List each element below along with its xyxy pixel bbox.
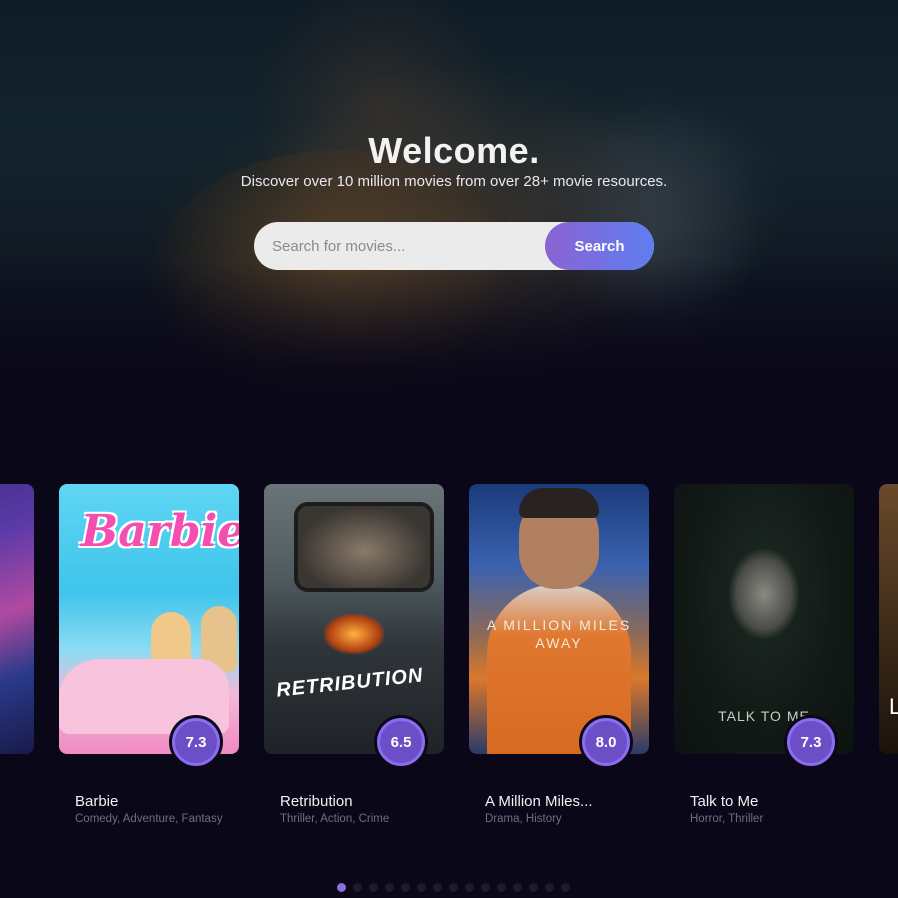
movie-genres: Drama, History	[485, 813, 562, 825]
poster-logo: RETRIBUTION	[275, 664, 425, 702]
pagination-dot[interactable]	[433, 883, 442, 892]
poster-hand	[729, 549, 799, 639]
movie-title: Retribution	[280, 793, 353, 810]
movie-carousel: Barbie 7.3 Barbie Comedy, Adventure, Fan…	[0, 484, 898, 864]
pagination-dot[interactable]	[545, 883, 554, 892]
pagination-dot[interactable]	[561, 883, 570, 892]
poster-hair	[519, 488, 599, 518]
pagination-dot[interactable]	[513, 883, 522, 892]
movie-card[interactable]	[0, 484, 34, 754]
search-bar: Search	[254, 222, 654, 270]
movie-card[interactable]: Barbie 7.3 Barbie Comedy, Adventure, Fan…	[59, 484, 239, 825]
pagination-dot[interactable]	[369, 883, 378, 892]
search-button[interactable]: Search	[545, 222, 654, 270]
rating-badge: 6.5	[377, 718, 425, 766]
pagination-dot[interactable]	[401, 883, 410, 892]
movie-poster: L	[879, 484, 898, 754]
movie-poster: TALK TO ME	[674, 484, 854, 754]
poster-logo: TALK TO ME	[718, 708, 810, 724]
poster-explosion	[324, 614, 384, 654]
rating-badge: 7.3	[787, 718, 835, 766]
pagination-dot[interactable]	[497, 883, 506, 892]
rating-badge: 7.3	[172, 718, 220, 766]
movie-poster	[0, 484, 34, 754]
movie-genres: Comedy, Adventure, Fantasy	[75, 813, 223, 825]
pagination-dot[interactable]	[353, 883, 362, 892]
movie-genres: Thriller, Action, Crime	[280, 813, 390, 825]
pagination-dot[interactable]	[449, 883, 458, 892]
movie-card[interactable]: L	[879, 484, 898, 754]
movie-card[interactable]: A MILLION MILES AWAY 8.0 A Million Miles…	[469, 484, 649, 825]
poster-mirror	[294, 502, 434, 592]
movie-poster: Barbie	[59, 484, 239, 754]
pagination-dot[interactable]	[529, 883, 538, 892]
movie-card[interactable]: TALK TO ME 7.3 Talk to Me Horror, Thrill…	[674, 484, 854, 825]
pagination-dot[interactable]	[465, 883, 474, 892]
movie-genres: Horror, Thriller	[690, 813, 764, 825]
search-input[interactable]	[254, 222, 554, 270]
pagination-dot[interactable]	[481, 883, 490, 892]
pagination-dot[interactable]	[385, 883, 394, 892]
pagination-dot[interactable]	[417, 883, 426, 892]
hero-subtitle: Discover over 10 million movies from ove…	[240, 173, 668, 190]
movie-poster: RETRIBUTION	[264, 484, 444, 754]
movie-title: A Million Miles...	[485, 793, 593, 810]
poster-logo: L	[889, 694, 898, 719]
hero-fade-overlay	[0, 260, 898, 420]
movie-title: Talk to Me	[690, 793, 759, 810]
movie-card[interactable]: RETRIBUTION 6.5 Retribution Thriller, Ac…	[264, 484, 444, 825]
movie-poster: A MILLION MILES AWAY	[469, 484, 649, 754]
hero-title: Welcome.	[368, 130, 540, 171]
hero-banner: Welcome. Discover over 10 million movies…	[0, 0, 898, 420]
pagination-dot[interactable]	[337, 883, 346, 892]
poster-logo: A MILLION MILES AWAY	[486, 617, 632, 651]
rating-badge: 8.0	[582, 718, 630, 766]
poster-logo: Barbie	[81, 506, 239, 557]
movie-title: Barbie	[75, 793, 119, 810]
